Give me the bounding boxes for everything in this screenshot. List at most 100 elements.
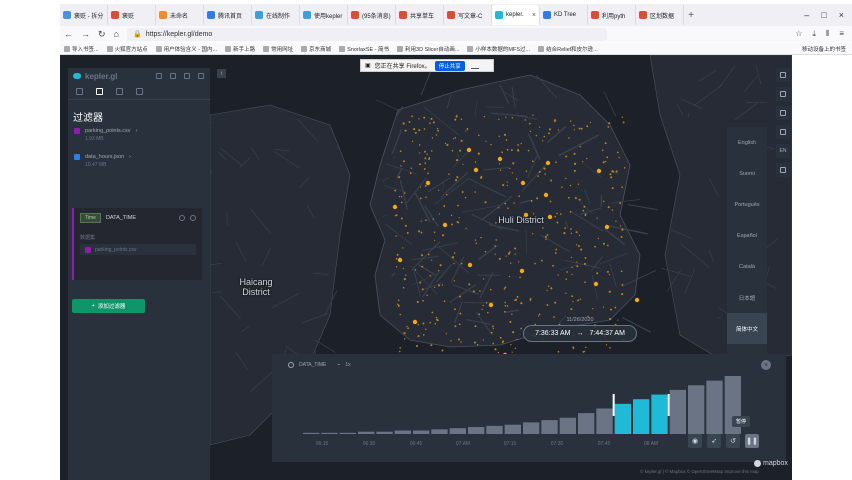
language-option[interactable]: Català <box>727 251 767 282</box>
dataset-color-icon <box>74 154 80 160</box>
legend-button[interactable] <box>776 106 790 120</box>
address-bar[interactable]: 🔒 https://kepler.gl/demo <box>126 27 607 41</box>
language-option[interactable]: Español <box>727 220 767 251</box>
close-window-icon[interactable]: × <box>839 10 844 20</box>
language-option[interactable]: 日本語 <box>727 282 767 313</box>
parking-point-small <box>494 348 497 351</box>
language-option[interactable]: English <box>727 127 767 158</box>
mapbox-logo[interactable]: mapbox <box>754 460 788 467</box>
dataset-item[interactable]: parking_points.csv › 1.93 MB <box>68 124 210 150</box>
export-icon[interactable] <box>184 73 190 79</box>
time-histogram[interactable] <box>302 374 742 434</box>
url-text[interactable]: https://kepler.gl/demo <box>146 31 213 38</box>
dataset-name[interactable]: parking_points.csv <box>85 128 131 134</box>
browser-tab[interactable]: 褒贬 <box>108 5 156 25</box>
animation-window-button[interactable]: ◉ <box>688 434 702 448</box>
language-option[interactable]: Português <box>727 189 767 220</box>
filter-enlarge-icon[interactable] <box>179 215 185 221</box>
maximize-icon[interactable]: □ <box>821 10 826 20</box>
filter-delete-icon[interactable] <box>190 215 196 221</box>
dataset-name[interactable]: data_hours.json <box>85 154 124 160</box>
browser-tab[interactable]: 写文章-C <box>444 5 492 25</box>
add-data-icon[interactable] <box>156 73 162 79</box>
tab-basemap-icon[interactable] <box>136 88 143 95</box>
speed-button[interactable]: ➶ <box>707 434 721 448</box>
close-tab-icon[interactable]: × <box>532 12 536 19</box>
language-option[interactable]: 简体中文 <box>727 313 767 344</box>
browser-tab[interactable]: (95条消息) <box>348 5 396 25</box>
chevron-right-icon[interactable]: › <box>129 154 131 160</box>
library-icon[interactable]: ⫴ <box>826 29 829 39</box>
star-icon[interactable]: ☆ <box>795 29 802 39</box>
minimize-icon[interactable]: – <box>804 10 809 20</box>
back-icon[interactable]: ← <box>64 29 73 39</box>
parking-point-small <box>434 323 437 325</box>
bookmark-item[interactable]: 小样本数据的MFS过... <box>467 45 530 53</box>
menu-icon[interactable]: ≡ <box>839 29 844 39</box>
parking-point-small <box>542 227 544 229</box>
filter-field[interactable]: DATA_TIME <box>106 215 136 221</box>
parking-point-small <box>420 254 424 257</box>
speed-icon[interactable]: ⌁ <box>337 362 340 368</box>
parking-point-small <box>530 199 533 202</box>
chevron-right-icon[interactable]: › <box>136 128 138 134</box>
bookmark-item[interactable]: 结合Relief和皮尔逊... <box>538 45 598 53</box>
3d-view-button[interactable] <box>776 87 790 101</box>
tab-layers-icon[interactable] <box>76 88 83 95</box>
browser-tab[interactable]: 在线制作 <box>252 5 300 25</box>
stop-sharing-button[interactable]: 停止共享 <box>434 60 465 71</box>
histogram-bar <box>303 432 320 434</box>
split-map-button[interactable] <box>776 68 790 82</box>
tab-filters-icon[interactable] <box>96 88 103 95</box>
language-option[interactable]: Suomi <box>727 158 767 189</box>
bookmark-item[interactable]: 用户体验含义 - 国内... <box>155 45 217 53</box>
histogram-bar <box>523 422 540 434</box>
downloads-icon[interactable]: ⤓ <box>812 29 816 39</box>
add-filter-button[interactable]: + 添加过滤器 <box>72 299 145 313</box>
save-icon[interactable] <box>170 73 176 79</box>
home-icon[interactable]: ⌂ <box>114 29 119 39</box>
browser-tab[interactable]: 褒贬 - 拆分 <box>60 5 108 25</box>
reload-icon[interactable]: ↻ <box>98 29 106 40</box>
parking-point-small <box>458 217 460 219</box>
share-icon[interactable] <box>198 73 204 79</box>
filter-card[interactable]: Time DATA_TIME 数据集 parking_points.csv <box>72 208 202 280</box>
browser-tab[interactable]: 区划数据 <box>636 5 684 25</box>
browser-tab[interactable]: 未命名 <box>156 5 204 25</box>
browser-tab[interactable]: kepler. × <box>492 5 540 25</box>
bookmark-label: 常用网址 <box>271 46 294 53</box>
filter-type-tag[interactable]: Time <box>80 213 101 223</box>
bookmark-item[interactable]: 导入书签... <box>64 45 99 53</box>
language-button[interactable]: EN <box>776 144 790 158</box>
collapse-panel-button[interactable]: ‹ <box>217 69 226 78</box>
bookmark-item[interactable]: 火狐官方站点 <box>106 45 148 53</box>
parking-point-small <box>402 267 404 270</box>
bookmark-item[interactable]: 利用3D Slicer自动画... <box>397 45 459 53</box>
range-end-handle[interactable] <box>667 394 670 416</box>
browser-tab[interactable]: 腾讯首页 <box>204 5 252 25</box>
browser-tab[interactable]: 利用pyth <box>588 5 636 25</box>
speed-value[interactable]: 1x <box>345 362 350 368</box>
parking-point-small <box>432 121 435 124</box>
draw-button[interactable] <box>776 125 790 139</box>
reset-button[interactable]: ↺ <box>726 434 740 448</box>
range-start-handle[interactable] <box>612 394 615 416</box>
new-tab-button[interactable]: + <box>684 10 698 21</box>
bookmark-item[interactable]: SnorlaxSE - 简书 <box>339 45 389 53</box>
tab-interactions-icon[interactable] <box>116 88 123 95</box>
bookmark-item[interactable]: 新手上路 <box>225 45 255 53</box>
map-attribution[interactable]: © kepler.gl | © Mapbox © OpenStreetMap I… <box>640 469 759 474</box>
browser-tab[interactable]: KD Tree <box>540 5 588 25</box>
bookmark-item[interactable]: 京东商城 <box>301 45 331 53</box>
dataset-item[interactable]: data_hours.json › 10.47 MB <box>68 150 210 176</box>
minimize-notice-button[interactable] <box>470 63 479 69</box>
browser-tab[interactable]: 共享单车 <box>396 5 444 25</box>
browser-tab[interactable]: 使用kepler <box>300 5 348 25</box>
bookmark-item[interactable]: 常用网址 <box>263 45 293 53</box>
close-time-panel-button[interactable]: × <box>761 360 771 370</box>
map-settings-button[interactable] <box>776 163 790 177</box>
mobile-bookmarks[interactable]: 移动设备上的书签 <box>802 45 852 53</box>
pause-button[interactable]: ❚❚ <box>745 434 759 448</box>
filter-dataset-select[interactable]: parking_points.csv <box>80 244 196 255</box>
forward-icon[interactable]: → <box>81 29 90 39</box>
